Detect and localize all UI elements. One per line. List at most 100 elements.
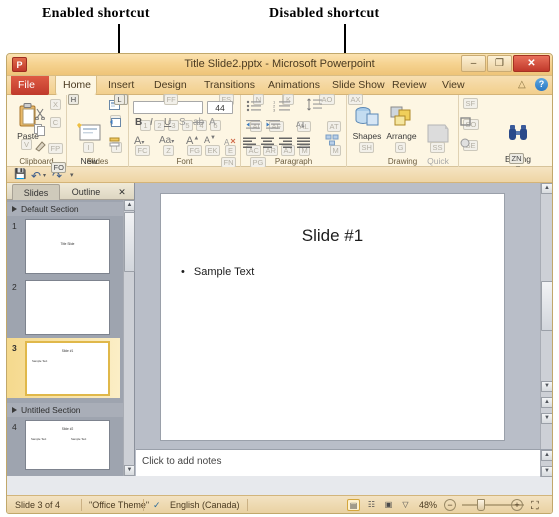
text-direction-icon[interactable]: A <box>295 117 309 135</box>
line-spacing-icon[interactable] <box>307 98 323 116</box>
keytip-qat: FO <box>51 162 67 173</box>
section-collapse-icon-2[interactable] <box>12 407 17 413</box>
pane-scroll-thumb[interactable] <box>124 212 135 272</box>
close-button[interactable]: ✕ <box>513 55 550 72</box>
view-normal-button[interactable]: ▤ <box>347 499 360 511</box>
language-status[interactable]: English (Canada) <box>170 500 240 510</box>
tab-slides[interactable]: Slides <box>12 184 60 200</box>
shape-outline-icon[interactable] <box>460 115 473 133</box>
section-header-untitled[interactable]: Untitled Section <box>7 403 123 417</box>
tab-view[interactable]: View <box>435 76 473 95</box>
qat-customize-icon[interactable]: ▾ <box>70 171 74 179</box>
bold-icon[interactable]: B <box>135 117 142 128</box>
strikethrough-icon[interactable]: ab <box>193 117 204 128</box>
font-color-icon[interactable]: A▾ <box>134 135 144 147</box>
align-center-icon[interactable] <box>261 135 275 153</box>
zoom-in-button[interactable]: + <box>511 499 523 511</box>
keytip-format-painter: FP <box>48 143 63 154</box>
slide-bullet-item[interactable]: • Sample Text <box>181 266 254 278</box>
save-icon[interactable]: 💾 <box>14 169 26 180</box>
slide-scroll-thumb[interactable] <box>541 281 552 331</box>
shrink-font-icon[interactable]: A▼ <box>204 135 216 145</box>
pane-scroll-down-icon[interactable]: ▼ <box>124 465 135 476</box>
undo-icon[interactable]: ↶ <box>31 169 41 183</box>
notes-scroll-down-icon[interactable]: ▼ <box>541 466 552 477</box>
ribbon-group-drawing: Drawing Shapes Arrange Quick Styles ▾ SH <box>347 95 459 174</box>
italic-icon[interactable]: I <box>150 117 153 128</box>
bullets-icon[interactable] <box>246 99 262 117</box>
align-right-icon[interactable] <box>279 135 293 153</box>
tab-transitions[interactable]: Transitions <box>197 76 257 95</box>
numbering-icon[interactable]: 123 <box>273 99 291 117</box>
char-spacing-icon[interactable]: A <box>209 117 216 128</box>
zoom-out-button[interactable]: − <box>444 499 456 511</box>
decrease-indent-icon[interactable] <box>246 117 261 135</box>
increase-indent-icon[interactable] <box>266 117 281 135</box>
slide-title-text[interactable]: Slide #1 <box>161 226 504 246</box>
view-slideshow-button[interactable]: ▽ <box>399 499 412 511</box>
notes-pane[interactable]: Click to add notes ▲ ▼ <box>136 449 552 477</box>
slide-thumbnail-4[interactable]: Slide #2 Sample Text Sample Text <box>25 420 110 470</box>
tab-review[interactable]: Review <box>385 76 431 95</box>
tab-home[interactable]: Home <box>55 76 97 95</box>
zoom-level-status[interactable]: 48% <box>419 500 437 510</box>
underline-icon[interactable]: U <box>164 117 171 128</box>
status-divider-1 <box>81 499 82 511</box>
font-size-box[interactable]: 44 <box>207 101 233 114</box>
thumb-number-4: 4 <box>12 422 17 432</box>
tab-insert[interactable]: Insert <box>101 76 143 95</box>
keytip-shape-fill: SF <box>463 98 478 109</box>
tab-outline[interactable]: Outline <box>62 184 110 200</box>
shape-effects-icon[interactable] <box>460 136 473 154</box>
next-slide-icon[interactable]: ▼ <box>541 413 552 424</box>
change-case-icon[interactable]: Aa▾ <box>159 135 174 146</box>
slides-pane-scrollbar[interactable]: ▲ ▼ <box>123 200 135 476</box>
undo-dropdown-icon[interactable]: ▾ <box>43 172 46 179</box>
view-slide-sorter-button[interactable]: ☷ <box>365 499 378 511</box>
restore-button[interactable]: ❐ <box>487 55 512 72</box>
thumb-bullet-4a: Sample Text <box>31 437 47 441</box>
notes-scrollbar[interactable]: ▲ ▼ <box>540 450 552 477</box>
reset-icon[interactable] <box>109 117 123 135</box>
notes-scroll-up-icon[interactable]: ▲ <box>541 450 552 461</box>
section-header-default[interactable]: Default Section <box>7 202 123 216</box>
tab-slide-show[interactable]: Slide Show <box>325 76 385 95</box>
fit-to-window-button[interactable]: ⛶ <box>531 500 539 513</box>
window-controls: – ❐ ✕ <box>461 55 550 72</box>
slide-vertical-scrollbar[interactable]: ▲ ▼ ▲ ▼ <box>540 183 552 449</box>
slide-thumbnail-1[interactable]: Title Slide <box>25 219 110 274</box>
slide-scroll-down-icon[interactable]: ▼ <box>541 381 552 392</box>
arrange-button[interactable]: Arrange <box>383 105 420 141</box>
close-pane-icon[interactable]: ✕ <box>115 184 129 200</box>
tab-file[interactable]: File <box>11 76 49 95</box>
tab-design[interactable]: Design <box>147 76 193 95</box>
minimize-ribbon-icon[interactable]: △ <box>518 79 530 91</box>
spellcheck-icon[interactable]: ✓ <box>153 500 161 511</box>
view-reading-button[interactable]: ▣ <box>382 499 395 511</box>
theme-status[interactable]: "Office Theme" <box>89 500 149 510</box>
slide-scroll-up-icon[interactable]: ▲ <box>541 183 552 194</box>
previous-slide-icon[interactable]: ▲ <box>541 397 552 408</box>
grow-font-icon[interactable]: A▲ <box>186 135 199 147</box>
text-shadow-icon[interactable]: S <box>179 117 186 128</box>
slides-pane-tabs: Slides Outline ✕ <box>7 183 134 200</box>
pane-scroll-up-icon[interactable]: ▲ <box>124 200 135 211</box>
clear-formatting-icon[interactable]: A <box>224 135 236 153</box>
minimize-button[interactable]: – <box>461 55 486 72</box>
current-slide[interactable]: Slide #1 • Sample Text <box>160 193 505 441</box>
ribbon: H L FF FS U AX Clipboard Paste X C V FP <box>7 94 552 174</box>
help-icon[interactable]: ? <box>535 78 548 91</box>
convert-to-smartart-icon[interactable] <box>325 133 339 151</box>
section-collapse-icon[interactable] <box>12 206 17 212</box>
align-justify-icon[interactable] <box>297 135 311 153</box>
shapes-button[interactable]: Shapes <box>350 105 384 141</box>
powerpoint-window: P Title Slide2.pptx - Microsoft Powerpoi… <box>6 53 553 514</box>
section-icon[interactable] <box>109 135 123 153</box>
title-bar: P Title Slide2.pptx - Microsoft Powerpoi… <box>7 54 552 76</box>
slide-thumbnail-3[interactable]: Slide #1 Sample Text <box>25 341 110 396</box>
tab-animations[interactable]: Animations <box>261 76 321 95</box>
slide-thumbnail-2[interactable] <box>25 280 110 335</box>
format-painter-icon[interactable] <box>35 139 47 157</box>
align-left-icon[interactable] <box>243 135 257 153</box>
zoom-slider-handle[interactable] <box>477 499 485 511</box>
